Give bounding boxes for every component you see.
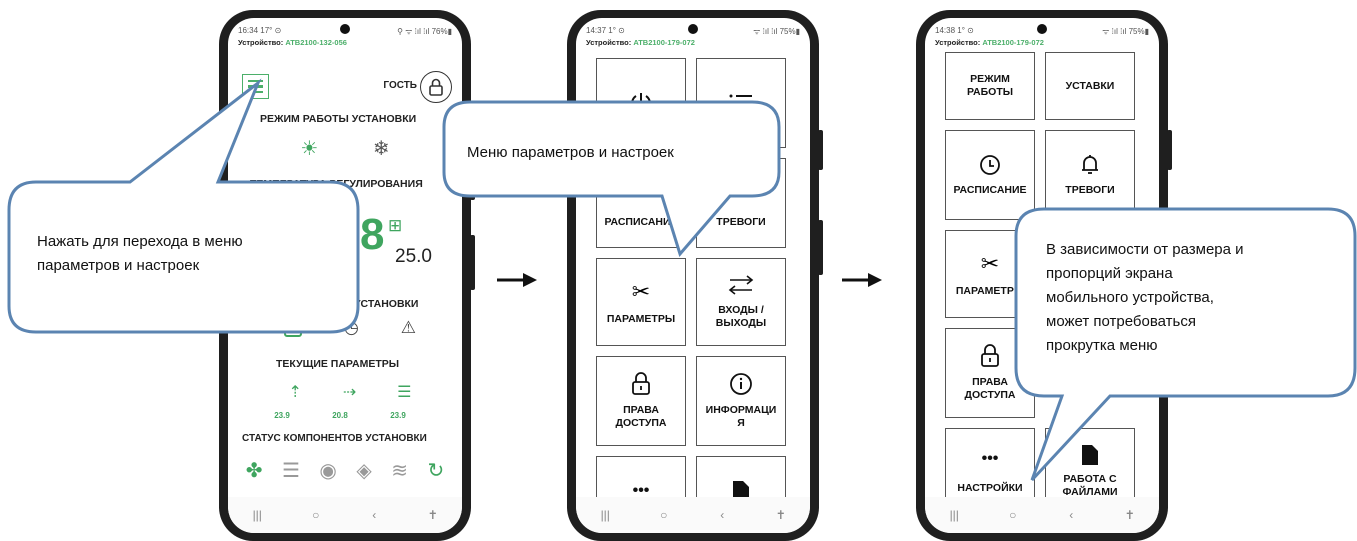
callout-1-text: Нажать для перехода в меню параметров и … — [37, 230, 243, 278]
callout-3-text: В зависимости от размера и пропорций экр… — [1046, 238, 1244, 358]
callout-3-line-4: может потребоваться — [1046, 313, 1196, 330]
callout-3-line-5: прокрутка меню — [1046, 337, 1158, 354]
callout-1-line-2: параметров и настроек — [37, 257, 200, 274]
callout-1-line-1: Нажать для перехода в меню — [37, 233, 243, 250]
callout-2-text: Меню параметров и настроек — [467, 144, 674, 161]
callout-2-line: Меню параметров и настроек — [467, 144, 674, 161]
callout-3-line-3: мобильного устройства, — [1046, 289, 1214, 306]
callout-1-shape — [7, 78, 360, 334]
callout-2-shape — [442, 100, 781, 258]
callout-3-line-2: пропорций экрана — [1046, 265, 1173, 282]
callout-3-line-1: В зависимости от размера и — [1046, 241, 1244, 258]
